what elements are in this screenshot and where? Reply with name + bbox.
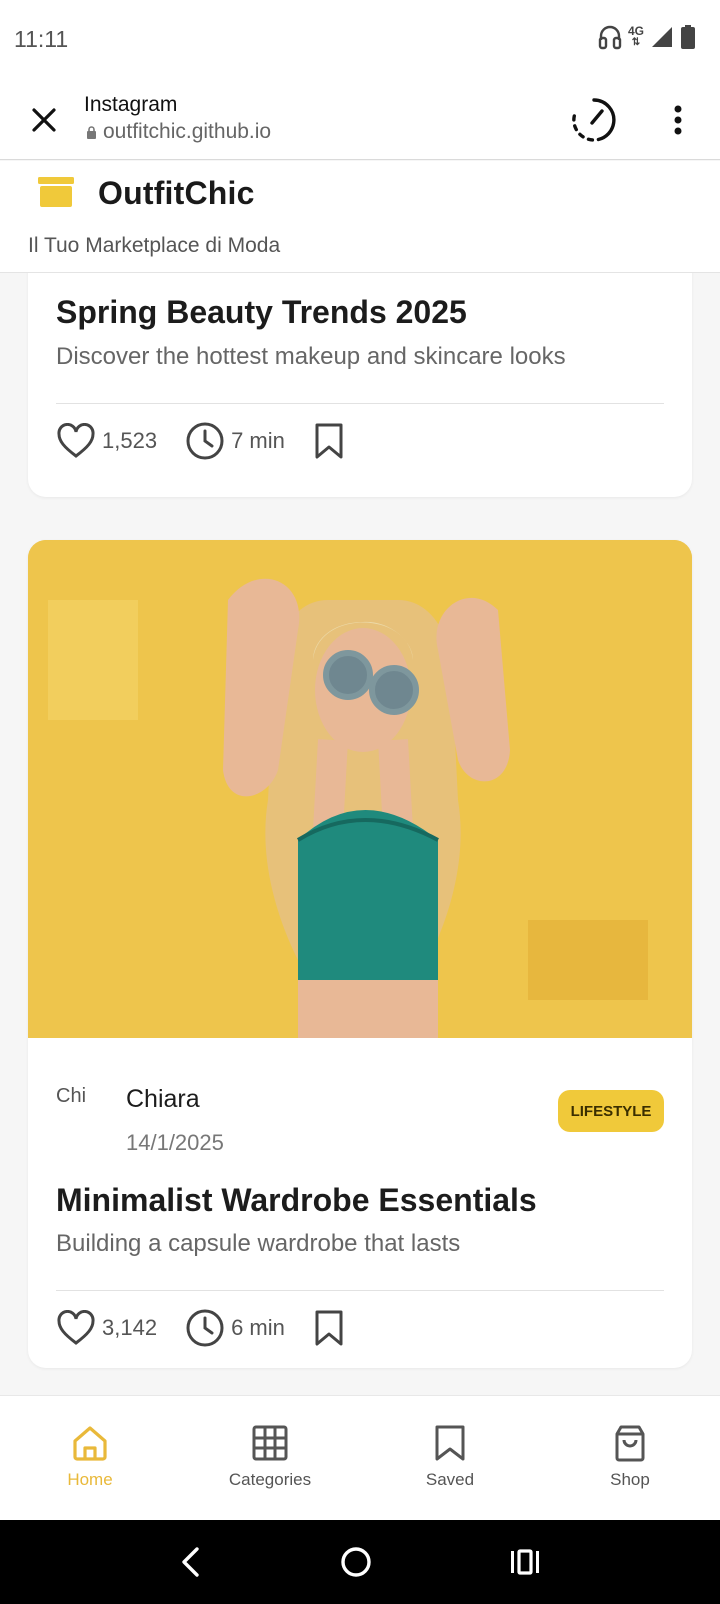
post-actions: 3,142 6 min bbox=[56, 1308, 373, 1348]
post-subtitle: Discover the hottest makeup and skincare… bbox=[56, 343, 566, 370]
status-bar: 11:11 4G ⇅ bbox=[0, 0, 720, 80]
post-image[interactable] bbox=[28, 540, 692, 1038]
in-app-browser-bar: Instagram outfitchic.github.io bbox=[0, 80, 720, 160]
system-nav-bar bbox=[0, 1520, 720, 1604]
like-button[interactable]: 3,142 bbox=[56, 1310, 157, 1346]
close-icon bbox=[32, 108, 56, 132]
nav-label-categories: Categories bbox=[228, 1470, 312, 1489]
app-name: OutfitChic bbox=[98, 175, 255, 211]
nav-item-shop[interactable]: Shop bbox=[540, 1396, 720, 1520]
more-vertical-icon bbox=[674, 105, 682, 135]
network-type: 4G ⇅ bbox=[627, 24, 644, 48]
nav-item-home[interactable]: Home bbox=[0, 1396, 180, 1520]
signal-icon bbox=[652, 27, 672, 47]
speed-button[interactable] bbox=[570, 96, 618, 144]
status-time: 11:11 bbox=[14, 26, 69, 52]
nav-label-shop: Shop bbox=[610, 1470, 650, 1489]
post-feed[interactable]: Spring Beauty Trends 2025 Discover the h… bbox=[0, 273, 720, 1395]
bookmark-icon bbox=[315, 1310, 343, 1346]
browser-title: Instagram bbox=[84, 93, 178, 116]
browser-url[interactable]: outfitchic.github.io bbox=[86, 120, 271, 144]
nav-label-home: Home bbox=[67, 1470, 113, 1489]
bookmark-icon bbox=[315, 423, 343, 459]
like-count: 1,523 bbox=[102, 428, 158, 453]
headphones-icon bbox=[598, 25, 622, 50]
shopping-box-icon bbox=[38, 177, 74, 207]
home-circle-icon[interactable] bbox=[340, 1546, 372, 1578]
post-card[interactable]: Chi Chiara 14/1/2025 LIFESTYLE Minimalis… bbox=[28, 540, 692, 1368]
like-button[interactable]: 1,523 bbox=[56, 423, 157, 459]
author-avatar[interactable]: Chi bbox=[56, 1083, 106, 1139]
bookmark-button[interactable] bbox=[313, 422, 345, 460]
back-icon[interactable] bbox=[179, 1546, 203, 1578]
like-count: 3,142 bbox=[102, 1315, 158, 1340]
divider bbox=[56, 403, 664, 404]
read-time: 6 min bbox=[185, 1308, 285, 1348]
divider bbox=[56, 1290, 664, 1291]
clock-icon bbox=[186, 422, 224, 460]
more-options-button[interactable] bbox=[662, 100, 694, 140]
browser-url-text: outfitchic.github.io bbox=[103, 120, 272, 143]
nav-item-categories[interactable]: Categories bbox=[180, 1396, 360, 1520]
home-icon bbox=[73, 1426, 107, 1461]
nav-item-saved[interactable]: Saved bbox=[360, 1396, 540, 1520]
bottom-nav: Home Categories Saved Shop bbox=[0, 1395, 720, 1520]
battery-icon bbox=[681, 25, 695, 49]
status-icons: 4G ⇅ bbox=[598, 24, 696, 50]
read-time-text: 7 min bbox=[231, 428, 285, 453]
bookmark-icon bbox=[435, 1425, 465, 1461]
close-button[interactable] bbox=[26, 102, 62, 138]
clock-icon bbox=[186, 1309, 224, 1347]
post-card[interactable]: Spring Beauty Trends 2025 Discover the h… bbox=[28, 273, 692, 497]
speedometer-icon bbox=[572, 98, 616, 142]
post-title[interactable]: Minimalist Wardrobe Essentials bbox=[56, 1182, 537, 1219]
post-subtitle: Building a capsule wardrobe that lasts bbox=[56, 1230, 461, 1257]
grid-icon bbox=[252, 1425, 288, 1461]
heart-icon bbox=[57, 1310, 95, 1345]
recent-apps-icon[interactable] bbox=[509, 1548, 541, 1576]
app-header: OutfitChic Il Tuo Marketplace di Moda bbox=[0, 161, 720, 273]
post-photo bbox=[28, 540, 692, 1038]
app-tagline: Il Tuo Marketplace di Moda bbox=[28, 234, 281, 257]
read-time: 7 min bbox=[185, 421, 285, 461]
shopping-bag-icon bbox=[615, 1425, 645, 1462]
nav-label-saved: Saved bbox=[425, 1470, 475, 1489]
post-date: 14/1/2025 bbox=[126, 1130, 224, 1155]
post-actions: 1,523 7 min bbox=[56, 421, 373, 461]
lock-icon bbox=[87, 125, 96, 139]
bookmark-button[interactable] bbox=[313, 1309, 345, 1347]
heart-icon bbox=[57, 423, 95, 458]
post-title[interactable]: Spring Beauty Trends 2025 bbox=[56, 294, 467, 331]
category-badge[interactable]: LIFESTYLE bbox=[558, 1090, 664, 1132]
author-name[interactable]: Chiara bbox=[126, 1085, 200, 1114]
read-time-text: 6 min bbox=[231, 1315, 285, 1340]
